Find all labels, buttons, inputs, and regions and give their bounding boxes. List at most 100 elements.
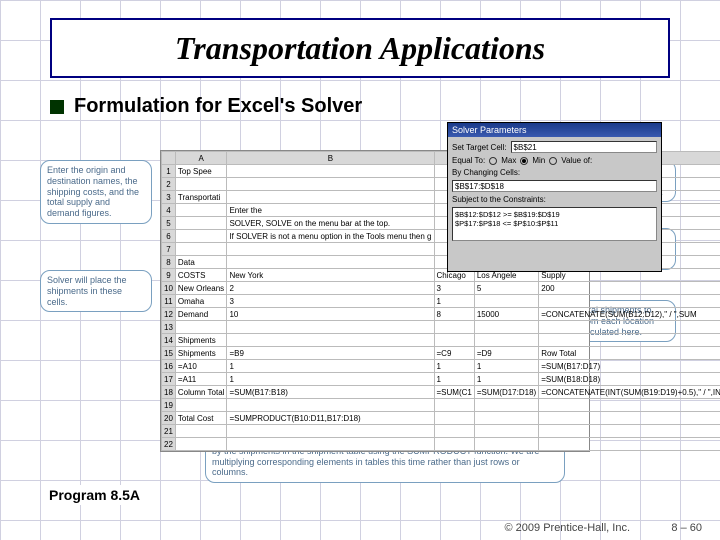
cell bbox=[434, 334, 474, 347]
table-row: 15Shipments=B9=C9=D9Row Total bbox=[162, 347, 720, 360]
row-number: 7 bbox=[162, 243, 176, 256]
cell bbox=[474, 321, 538, 334]
constraints-label: Subject to the Constraints: bbox=[452, 195, 546, 204]
table-row: 11Omaha31 bbox=[162, 295, 720, 308]
cell: Shipments bbox=[175, 347, 227, 360]
cell: Shipments bbox=[175, 334, 227, 347]
cell bbox=[474, 425, 538, 438]
constraint-2: $P$17:$P$18 <= $P$10:$P$11 bbox=[455, 219, 654, 228]
table-row: 21 bbox=[162, 425, 720, 438]
cell bbox=[227, 334, 434, 347]
cell bbox=[474, 295, 538, 308]
figure-area: Enter the origin and destination names, … bbox=[50, 130, 670, 480]
cell bbox=[227, 399, 434, 412]
callout-solver-cells: Solver will place the shipments in these… bbox=[40, 270, 152, 312]
row-number: 16 bbox=[162, 360, 176, 373]
row-number: 21 bbox=[162, 425, 176, 438]
cell bbox=[175, 230, 227, 243]
cell bbox=[434, 321, 474, 334]
table-row: 19 bbox=[162, 399, 720, 412]
cell: =A10 bbox=[175, 360, 227, 373]
cell: 1 bbox=[434, 360, 474, 373]
cell: 1 bbox=[474, 360, 538, 373]
changing-label: By Changing Cells: bbox=[452, 168, 520, 177]
cell: 2 bbox=[227, 282, 434, 295]
row-number: 11 bbox=[162, 295, 176, 308]
radio-max[interactable] bbox=[489, 157, 497, 165]
cell: 200 bbox=[539, 282, 720, 295]
cell: 3 bbox=[227, 295, 434, 308]
program-label: Program 8.5A bbox=[45, 485, 144, 505]
col-header: A bbox=[175, 152, 227, 165]
radio-value[interactable] bbox=[549, 157, 557, 165]
cell: 1 bbox=[434, 373, 474, 386]
row-number: 20 bbox=[162, 412, 176, 425]
set-target-input[interactable]: $B$21 bbox=[511, 141, 657, 153]
cell bbox=[227, 438, 434, 451]
cell: If SOLVER is not a menu option in the To… bbox=[227, 230, 434, 243]
cell: =CONCATENATE(SUM(B12:D12)," / ",SUM bbox=[539, 308, 720, 321]
cell bbox=[434, 399, 474, 412]
cell: Top Spee bbox=[175, 165, 227, 178]
constraints-list[interactable]: $B$12:$D$12 >= $B$19:$D$19 $P$17:$P$18 <… bbox=[452, 207, 657, 241]
table-row: 18Column Total=SUM(B17:B18)=SUM(C1=SUM(D… bbox=[162, 386, 720, 399]
row-number: 5 bbox=[162, 217, 176, 230]
cell bbox=[539, 295, 720, 308]
cell: Transportati bbox=[175, 191, 227, 204]
cell: Column Total bbox=[175, 386, 227, 399]
row-number: 6 bbox=[162, 230, 176, 243]
table-row: 17=A11111=SUM(B18:D18) bbox=[162, 373, 720, 386]
solver-dialog: Solver Parameters Set Target Cell: $B$21… bbox=[447, 122, 662, 272]
cell bbox=[175, 321, 227, 334]
row-number: 22 bbox=[162, 438, 176, 451]
cell: 3 bbox=[434, 282, 474, 295]
cell bbox=[227, 256, 434, 269]
cell: 1 bbox=[227, 373, 434, 386]
cell: =D9 bbox=[474, 347, 538, 360]
bullet-text: Formulation for Excel's Solver bbox=[74, 95, 362, 118]
cell bbox=[175, 438, 227, 451]
page-title: Transportation Applications bbox=[175, 30, 545, 67]
cell: Row Total bbox=[539, 347, 720, 360]
cell: =B9 bbox=[227, 347, 434, 360]
cell bbox=[474, 412, 538, 425]
cell: =CONCATENATE(INT(SUM(B19:D19)+0.5)," / "… bbox=[539, 386, 720, 399]
cell: =SUMPRODUCT(B10:D11,B17:D18) bbox=[227, 412, 434, 425]
cell bbox=[227, 321, 434, 334]
radio-min[interactable] bbox=[520, 157, 528, 165]
cell bbox=[175, 243, 227, 256]
table-row: 14Shipments bbox=[162, 334, 720, 347]
col-header: B bbox=[227, 152, 434, 165]
opt-val-label: Value of: bbox=[561, 156, 592, 165]
cell bbox=[539, 399, 720, 412]
cell bbox=[539, 438, 720, 451]
cell bbox=[434, 425, 474, 438]
cell: Enter the bbox=[227, 204, 434, 217]
row-number: 3 bbox=[162, 191, 176, 204]
changing-input[interactable]: $B$17:$D$18 bbox=[452, 180, 657, 192]
table-row: 10New Orleans235200 bbox=[162, 282, 720, 295]
cell bbox=[539, 425, 720, 438]
cell bbox=[474, 438, 538, 451]
cell: =SUM(B18:D18) bbox=[539, 373, 720, 386]
table-row: 12Demand10815000=CONCATENATE(SUM(B12:D12… bbox=[162, 308, 720, 321]
cell: 10 bbox=[227, 308, 434, 321]
row-number: 14 bbox=[162, 334, 176, 347]
cell: COSTS bbox=[175, 269, 227, 282]
row-number: 18 bbox=[162, 386, 176, 399]
cell: 1 bbox=[227, 360, 434, 373]
cell bbox=[175, 399, 227, 412]
row-number: 12 bbox=[162, 308, 176, 321]
cell bbox=[539, 321, 720, 334]
title-box: Transportation Applications bbox=[50, 18, 670, 78]
opt-max-label: Max bbox=[501, 156, 516, 165]
cell bbox=[227, 191, 434, 204]
row-number: 17 bbox=[162, 373, 176, 386]
table-row: 22 bbox=[162, 438, 720, 451]
table-row: 16=A10111=SUM(B17:D17) bbox=[162, 360, 720, 373]
cell: =A11 bbox=[175, 373, 227, 386]
cell: 5 bbox=[474, 282, 538, 295]
cell: 1 bbox=[474, 373, 538, 386]
cell bbox=[474, 399, 538, 412]
cell bbox=[175, 425, 227, 438]
